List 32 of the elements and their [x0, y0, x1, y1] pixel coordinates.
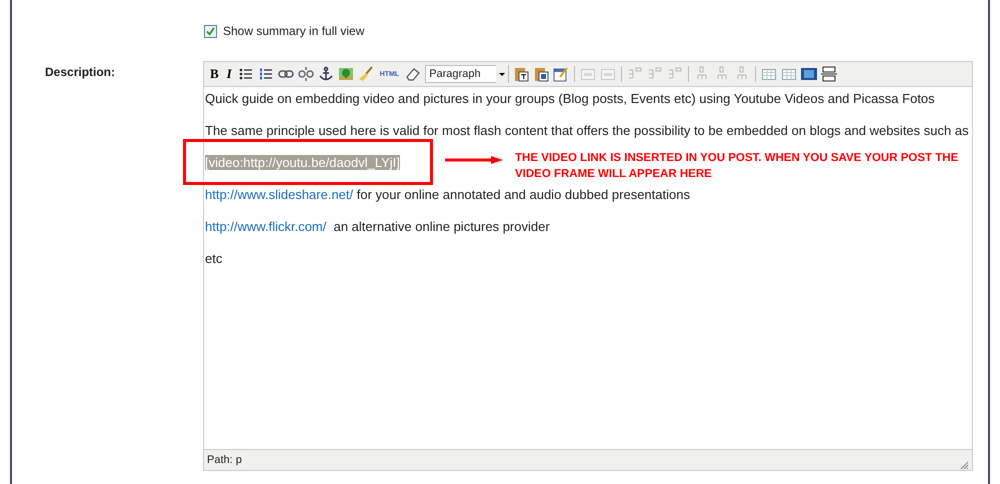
paragraph: for your online annotated and audio dubbed presentations — [356, 187, 690, 202]
resize-grip-icon[interactable] — [959, 460, 969, 470]
brush-icon[interactable] — [358, 66, 374, 82]
paragraph: an alternative online pictures provider — [332, 219, 550, 234]
film-icon[interactable] — [801, 66, 818, 82]
field-label: Description: — [44, 64, 116, 81]
link[interactable]: http://www.flickr.com/ — [205, 219, 326, 234]
annotation-text: THE VIDEO LINK IS INSERTED IN YOU POST. WHEN YOU SAVE YOUR POST THE VIDEO FRAME WILL APPEAR HERE — [515, 151, 960, 182]
paragraph: The same principle used here is valid for most flash content that offers the possibility to be embedded on blogs and websites such as — [205, 123, 970, 139]
paste-word-icon[interactable] — [533, 66, 550, 82]
italic-button[interactable]: I — [224, 65, 234, 83]
checkbox-label: Show summary in full view — [223, 24, 364, 38]
horizontal-rule-icon[interactable] — [821, 66, 838, 82]
anchor-icon[interactable] — [318, 66, 334, 82]
format-dropdown[interactable]: Paragraph — [425, 65, 510, 83]
table-icon — [600, 66, 616, 82]
arrow — [445, 155, 505, 165]
image-icon[interactable] — [338, 66, 354, 82]
eraser-icon[interactable] — [405, 66, 422, 82]
checkbox[interactable] — [204, 24, 217, 38]
unlink-icon[interactable] — [298, 66, 314, 82]
bullet-list-icon[interactable] — [238, 66, 254, 82]
selected-text: [video:http://youtu.be/daodvl_LYjI] — [205, 155, 400, 170]
paragraph: etc — [205, 251, 224, 267]
link[interactable]: http://www.slideshare.net/ — [205, 187, 354, 202]
element-path: Path: p — [207, 454, 242, 466]
paste-text-icon[interactable] — [513, 66, 530, 82]
numbered-list-icon[interactable] — [258, 66, 274, 82]
paragraph: Quick guide on embedding video and pictures in your groups (Blog posts, Events etc) using Youtube Videos and Picassa Fotos — [205, 91, 936, 107]
table-icon — [580, 66, 596, 82]
bold-button[interactable]: B — [208, 65, 221, 83]
edit-icon[interactable] — [553, 66, 570, 82]
